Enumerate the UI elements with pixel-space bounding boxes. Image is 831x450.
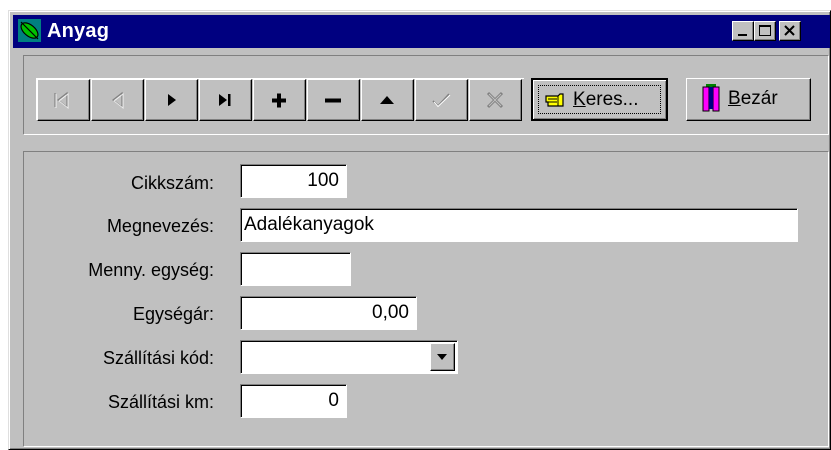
minimize-icon	[738, 34, 747, 36]
szallitasi-km-field[interactable]: 0	[240, 384, 347, 418]
egysegar-label: Egységár:	[132, 304, 214, 324]
next-record-icon	[168, 94, 176, 106]
record-navigator	[36, 78, 524, 121]
szallitasi-kod-label: Szállítási kód:	[102, 348, 214, 368]
app-leaf-icon[interactable]	[18, 19, 41, 42]
edit-record-button[interactable]	[361, 79, 414, 121]
szallitasi-kod-dropdown-button[interactable]	[430, 343, 455, 371]
search-button-label: Keres...	[573, 89, 639, 110]
close-form-button[interactable]: Bezár	[686, 78, 811, 121]
close-button[interactable]	[779, 21, 801, 41]
cancel-record-button[interactable]	[469, 79, 522, 121]
last-record-icon	[219, 94, 231, 106]
menny-egyseg-field[interactable]	[240, 252, 351, 286]
szallitasi-km-label: Szállítási km:	[107, 392, 214, 412]
chevron-down-icon	[437, 354, 447, 360]
title-bar[interactable]: Anyag	[13, 15, 830, 48]
maximize-button[interactable]	[754, 21, 776, 41]
prior-record-button[interactable]	[91, 79, 144, 121]
last-record-button[interactable]	[199, 79, 252, 121]
window-title: Anyag	[47, 20, 110, 42]
first-record-icon	[54, 91, 69, 110]
close-icon	[784, 25, 795, 36]
plus-icon	[272, 93, 286, 108]
cikkszam-label: Cikkszám:	[130, 173, 214, 193]
menny-egyseg-label: Menny. egység:	[88, 260, 214, 280]
cross-icon	[486, 91, 504, 109]
prior-record-icon	[112, 91, 124, 110]
post-record-button[interactable]	[415, 79, 468, 121]
triangle-up-icon	[380, 96, 394, 104]
minus-icon	[325, 98, 341, 103]
pointing-hand-icon	[545, 93, 564, 107]
minimize-button[interactable]	[732, 21, 754, 41]
search-button[interactable]: Keres...	[531, 78, 668, 121]
cikkszam-field[interactable]: 100	[240, 164, 347, 198]
maximize-icon	[759, 25, 771, 36]
close-form-button-label: Bezár	[728, 88, 778, 109]
insert-record-button[interactable]	[253, 79, 306, 121]
door-exit-icon	[702, 84, 720, 112]
checkmark-icon	[432, 93, 451, 108]
next-record-button[interactable]	[145, 79, 198, 121]
megnevezes-label: Megnevezés:	[106, 216, 214, 236]
first-record-button[interactable]	[37, 79, 90, 121]
szallitasi-kod-combobox[interactable]	[240, 340, 458, 374]
delete-record-button[interactable]	[307, 79, 360, 121]
megnevezes-field[interactable]: Adalékanyagok	[240, 208, 798, 242]
egysegar-field[interactable]: 0,00	[240, 296, 417, 330]
